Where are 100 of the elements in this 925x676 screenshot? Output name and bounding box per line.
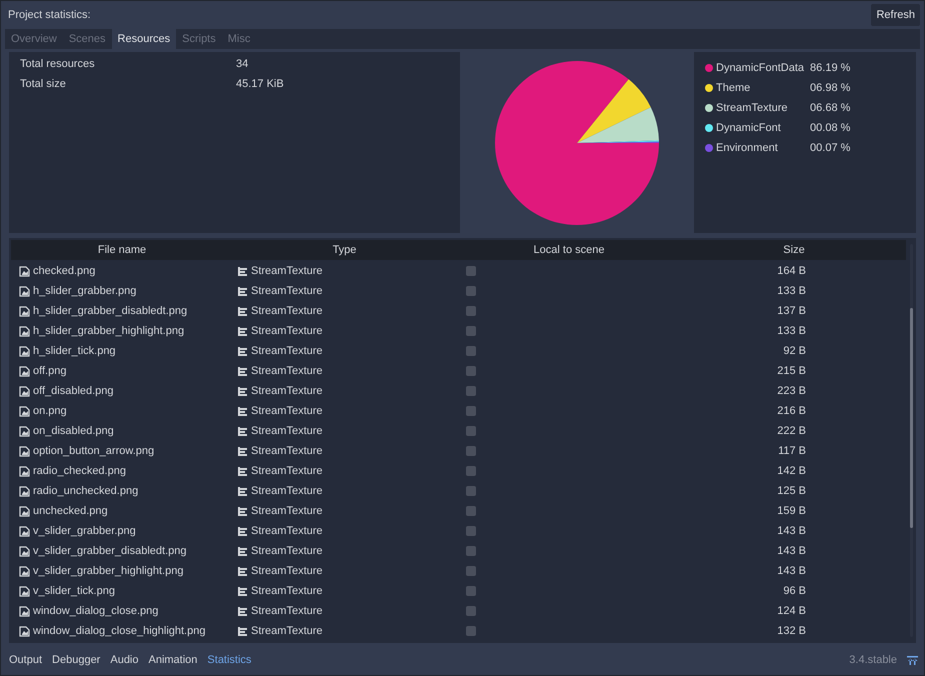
texture-icon (237, 406, 248, 416)
local-checkbox[interactable] (466, 626, 476, 636)
file-name: checked.png (33, 265, 96, 277)
local-checkbox[interactable] (466, 306, 476, 316)
texture-icon (237, 586, 248, 596)
local-checkbox[interactable] (466, 386, 476, 396)
file-size: 92 B (782, 345, 807, 357)
local-checkbox[interactable] (466, 466, 476, 476)
file-name: v_slider_tick.png (33, 585, 115, 597)
resource-type: StreamTexture (251, 385, 323, 397)
scrollbar-thumb[interactable] (910, 308, 913, 528)
local-checkbox[interactable] (466, 326, 476, 336)
image-file-icon (19, 306, 30, 316)
image-file-icon (19, 286, 30, 296)
texture-icon (237, 526, 248, 536)
stat-label: Total resources (20, 58, 96, 72)
collapse-panel-icon[interactable] (907, 656, 918, 664)
file-name: radio_unchecked.png (33, 485, 138, 497)
image-file-icon (19, 546, 30, 556)
resource-type: StreamTexture (251, 285, 323, 297)
local-checkbox[interactable] (466, 606, 476, 616)
file-size: 143 B (776, 565, 807, 577)
file-size: 96 B (782, 585, 807, 597)
image-file-icon (19, 446, 30, 456)
local-checkbox[interactable] (466, 266, 476, 276)
file-name: h_slider_tick.png (33, 345, 116, 357)
file-name: v_slider_grabber_highlight.png (33, 565, 184, 577)
texture-icon (237, 306, 248, 316)
local-checkbox[interactable] (466, 346, 476, 356)
column-header[interactable]: File name (11, 244, 233, 256)
local-checkbox[interactable] (466, 366, 476, 376)
local-checkbox[interactable] (466, 566, 476, 576)
local-checkbox[interactable] (466, 286, 476, 296)
image-file-icon (19, 426, 30, 436)
file-size: 137 B (776, 305, 807, 317)
local-checkbox[interactable] (466, 546, 476, 556)
resource-type: StreamTexture (251, 365, 323, 377)
local-checkbox[interactable] (466, 506, 476, 516)
texture-icon (237, 366, 248, 376)
file-name: window_dialog_close.png (33, 605, 158, 617)
legend-percent: 86.19 % (810, 62, 852, 74)
file-size: 133 B (776, 285, 807, 297)
column-header[interactable]: Local to scene (456, 244, 682, 256)
file-name: h_slider_grabber.png (33, 285, 136, 297)
file-size: 164 B (776, 265, 807, 277)
texture-icon (237, 486, 248, 496)
legend-percent: 00.08 % (810, 122, 852, 134)
image-file-icon (19, 366, 30, 376)
bottom-tab[interactable]: Debugger (52, 654, 100, 666)
image-file-icon (19, 346, 30, 356)
resource-type: StreamTexture (251, 525, 323, 537)
file-name: option_button_arrow.png (33, 445, 154, 457)
resource-type: StreamTexture (251, 325, 323, 337)
texture-icon (237, 446, 248, 456)
texture-icon (237, 266, 248, 276)
column-header[interactable]: Size (682, 244, 906, 256)
local-checkbox[interactable] (466, 486, 476, 496)
local-checkbox[interactable] (466, 526, 476, 536)
file-size: 222 B (776, 425, 807, 437)
resource-type: StreamTexture (251, 465, 323, 477)
image-file-icon (19, 266, 30, 276)
resource-type: StreamTexture (251, 565, 323, 577)
local-checkbox[interactable] (466, 426, 476, 436)
image-file-icon (19, 326, 30, 336)
file-name: radio_checked.png (33, 465, 126, 477)
file-name: unchecked.png (33, 505, 108, 517)
legend-label: StreamTexture (716, 102, 788, 114)
bottom-tab[interactable]: Output (9, 654, 42, 666)
file-name: off.png (33, 365, 66, 377)
local-checkbox[interactable] (466, 586, 476, 596)
local-checkbox[interactable] (466, 406, 476, 416)
bottom-tab[interactable]: Animation (148, 654, 198, 666)
file-name: v_slider_grabber_disabledt.png (33, 545, 186, 557)
stat-label: Total size (20, 78, 67, 92)
image-file-icon (19, 606, 30, 616)
resource-type: StreamTexture (251, 605, 323, 617)
resource-type: StreamTexture (251, 505, 323, 517)
texture-icon (237, 466, 248, 476)
tab[interactable]: Resources (112, 29, 176, 49)
texture-icon (237, 386, 248, 396)
legend-label: Theme (716, 82, 750, 94)
file-size: 124 B (776, 605, 807, 617)
file-size: 143 B (776, 545, 807, 557)
file-size: 133 B (776, 325, 807, 337)
resource-type: StreamTexture (251, 485, 323, 497)
file-name: off_disabled.png (33, 385, 114, 397)
file-name: on_disabled.png (33, 425, 114, 437)
resource-type: StreamTexture (251, 345, 323, 357)
refresh-button[interactable]: Refresh (871, 4, 920, 26)
texture-icon (237, 626, 248, 636)
bottom-tab[interactable]: Statistics (207, 654, 252, 666)
file-name: window_dialog_close_highlight.png (33, 625, 206, 637)
column-header[interactable]: Type (233, 244, 456, 256)
bottom-tab[interactable]: Audio (110, 654, 138, 666)
image-file-icon (19, 566, 30, 576)
local-checkbox[interactable] (466, 446, 476, 456)
image-file-icon (19, 386, 30, 396)
file-size: 223 B (776, 385, 807, 397)
image-file-icon (19, 466, 30, 476)
file-size: 216 B (776, 405, 807, 417)
